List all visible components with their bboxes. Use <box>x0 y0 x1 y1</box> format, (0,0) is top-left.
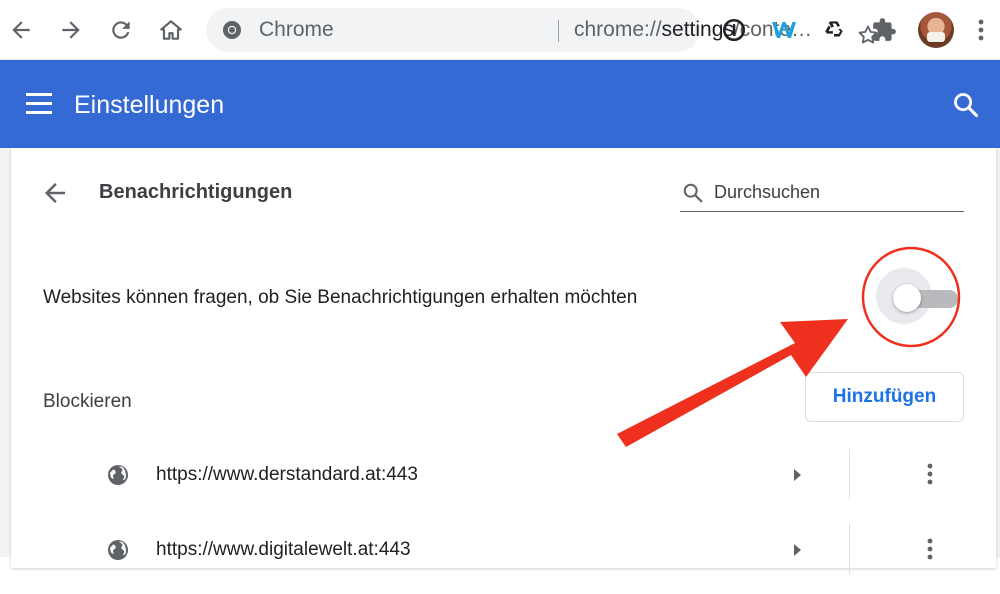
omnibox-chip: Chrome <box>259 18 334 41</box>
puzzle-icon <box>873 18 896 41</box>
blocked-site-url: https://www.derstandard.at:443 <box>156 464 418 485</box>
chevron-right-icon[interactable] <box>791 467 803 483</box>
site-more-button[interactable] <box>915 454 945 494</box>
more-vertical-icon <box>927 538 933 560</box>
row-divider <box>849 524 850 574</box>
password-manager-icon <box>722 18 746 42</box>
arrow-left-icon <box>12 21 30 39</box>
url-scheme: chrome:// <box>574 18 662 41</box>
recycle-extension-button[interactable] <box>815 11 853 49</box>
more-vertical-icon <box>978 19 984 41</box>
ask-toggle-knob[interactable] <box>893 284 921 312</box>
search-icon[interactable] <box>952 91 980 119</box>
globe-icon <box>108 465 128 485</box>
block-section-label: Blockieren <box>43 391 132 412</box>
settings-search <box>680 174 964 212</box>
arrow-right-icon <box>62 21 80 39</box>
chrome-logo-icon <box>223 21 241 39</box>
menu-icon[interactable] <box>26 93 52 115</box>
home-icon <box>160 20 182 40</box>
page-title: Benachrichtigungen <box>99 181 293 203</box>
reload-button[interactable] <box>102 11 140 49</box>
arrow-left-icon <box>45 183 65 203</box>
globe-icon <box>108 540 128 560</box>
add-site-button[interactable]: Hinzufügen <box>805 372 964 422</box>
search-icon <box>683 183 703 203</box>
back-nav-button[interactable] <box>2 11 40 49</box>
row-divider <box>849 449 850 499</box>
settings-title: Einstellungen <box>74 91 225 119</box>
browser-toolbar: Chrome chrome://settings/conte… <box>0 0 1000 60</box>
reload-icon <box>112 21 130 39</box>
password-extension-button[interactable] <box>715 11 753 49</box>
profile-avatar[interactable] <box>918 12 954 48</box>
browser-menu-button[interactable] <box>966 11 996 49</box>
omnibox[interactable]: Chrome chrome://settings/conte… <box>206 8 878 52</box>
ask-setting-label: Websites können fragen, ob Sie Benachric… <box>43 287 638 308</box>
search-input[interactable] <box>712 178 952 206</box>
extensions-button[interactable] <box>865 11 903 49</box>
settings-header: Einstellungen <box>0 60 1000 148</box>
chevron-right-icon[interactable] <box>791 542 803 558</box>
w-extension-button[interactable] <box>765 11 803 49</box>
home-button[interactable] <box>152 11 190 49</box>
blocked-site-url: https://www.digitalewelt.at:443 <box>156 539 411 560</box>
forward-nav-button[interactable] <box>52 11 90 49</box>
w-logo-icon <box>772 22 796 38</box>
more-vertical-icon <box>927 463 933 485</box>
back-button[interactable] <box>40 178 70 208</box>
omnibox-separator <box>558 20 559 42</box>
blocked-site-row[interactable]: https://www.digitalewelt.at:443 <box>11 514 996 594</box>
blocked-site-row[interactable]: https://www.derstandard.at:443 <box>11 434 996 514</box>
site-more-button[interactable] <box>915 529 945 569</box>
recycle-icon <box>825 21 843 37</box>
